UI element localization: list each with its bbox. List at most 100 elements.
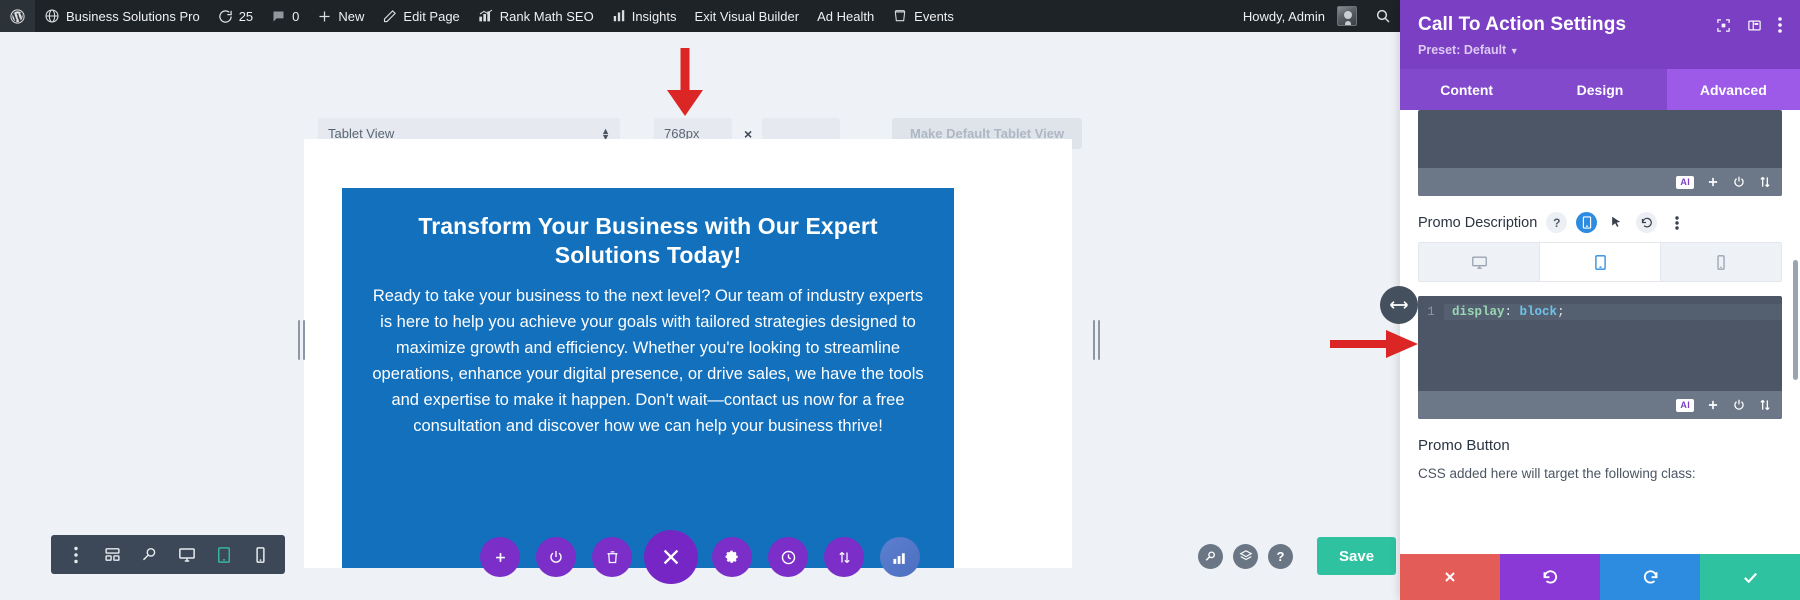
css-code-box-top[interactable]: AI [1418,110,1782,196]
adminbar-insights[interactable]: Insights [603,0,686,32]
tablet-tab[interactable] [1540,243,1661,281]
desktop-tab[interactable] [1419,243,1540,281]
tablet-view-button[interactable] [205,535,242,574]
promo-description-label: Promo Description [1418,214,1538,231]
panel-footer-actions [1400,554,1800,600]
visual-builder-viewport: Tablet View ▲▼ × Make Default Tablet Vie… [0,32,1400,600]
module-floating-toolbar [480,526,1000,600]
call-to-action-module[interactable]: Transform Your Business with Our Expert … [342,188,954,568]
redo-button[interactable] [1600,554,1700,600]
delete-module-button[interactable] [592,537,632,577]
css-code-area-top[interactable] [1418,110,1782,168]
adminbar-edit-page[interactable]: Edit Page [373,0,468,32]
wp-admin-bar: Business Solutions Pro 25 0 New Edit Pag… [0,0,1400,32]
tab-content[interactable]: Content [1400,69,1533,110]
adminbar-site-name[interactable]: Business Solutions Pro [35,0,209,32]
close-button[interactable] [644,530,698,584]
adminbar-updates[interactable]: 25 [209,0,262,32]
panel-scrollbar[interactable] [1793,260,1798,380]
adminbar-new[interactable]: New [308,0,373,32]
adminbar-events[interactable]: Events [883,0,963,32]
zoom-view-button[interactable] [131,535,168,574]
adminbar-right-group: Howdy, Admin [1234,0,1400,32]
undo-button[interactable] [1500,554,1600,600]
question-mark-icon: ? [1276,548,1285,564]
disable-module-button[interactable] [536,537,576,577]
add-icon[interactable] [1706,398,1720,412]
panel-layout-icon[interactable] [1747,18,1762,38]
wireframe-view-button[interactable] [94,535,131,574]
focus-target-icon[interactable] [1716,18,1731,38]
css-code-toolbar-main: AI [1418,391,1782,419]
panel-title: Call To Action Settings [1418,14,1627,35]
css-code-area-main[interactable]: 1 display: block; [1418,296,1782,391]
adminbar-rank-math-seo[interactable]: Rank Math SEO [469,0,603,32]
adminbar-updates-count: 25 [238,8,254,24]
css-semicolon: ; [1557,305,1565,319]
adminbar-comments[interactable]: 0 [262,0,308,32]
ai-button[interactable]: AI [1676,175,1694,189]
kebab-menu-icon[interactable] [1778,17,1782,38]
panel-body[interactable]: AI Promo Description ? 1 display: block;… [1400,110,1800,554]
add-module-button[interactable] [480,537,520,577]
viewport-size-toolbar [0,32,1400,120]
save-button[interactable]: Save [1317,537,1397,575]
reset-icon[interactable] [1636,212,1658,233]
history-button[interactable] [768,537,808,577]
add-icon[interactable] [1706,175,1720,189]
more-options-button[interactable] [57,535,94,574]
page-canvas: Transform Your Business with Our Expert … [304,139,1072,568]
canvas-resize-handle-left[interactable] [298,320,305,360]
adminbar-wordpress-logo[interactable] [0,0,35,32]
power-icon[interactable] [1732,398,1746,412]
canvas-resize-handle-right[interactable] [1093,320,1100,360]
redo-icon [1643,569,1657,583]
bar-chart-icon [892,552,905,564]
layers-button[interactable] [1233,543,1258,569]
adminbar-exit-visual-builder[interactable]: Exit Visual Builder [686,0,809,32]
cancel-button[interactable] [1400,554,1500,600]
adminbar-ad-health[interactable]: Ad Health [808,0,883,32]
css-value: block [1519,305,1558,319]
stats-button[interactable] [880,537,920,577]
adminbar-comments-count: 0 [292,8,300,24]
code-line-number: 1 [1427,305,1435,319]
power-icon[interactable] [1732,175,1746,189]
phone-view-button[interactable] [242,535,279,574]
left-right-arrows-icon [1390,301,1408,309]
adminbar-howdy-label: Howdy, Admin [1242,8,1325,24]
adminbar-my-account[interactable]: Howdy, Admin [1234,0,1366,32]
adminbar-rank-math-label: Rank Math SEO [499,8,594,24]
kebab-menu-icon[interactable] [1666,212,1687,233]
promo-button-css-note: CSS added here will target the following… [1418,466,1696,481]
adminbar-site-name-label: Business Solutions Pro [66,8,200,24]
expand-icon[interactable] [1758,398,1772,412]
expand-icon[interactable] [1758,175,1772,189]
tab-advanced[interactable]: Advanced [1666,69,1800,110]
ai-button[interactable]: AI [1676,398,1694,412]
adminbar-search-button[interactable] [1366,0,1400,32]
power-icon [550,551,562,563]
promo-button-section-title: Promo Button [1418,437,1510,454]
help-icon[interactable]: ? [1546,212,1568,233]
save-changes-button[interactable] [1700,554,1800,600]
code-line-content[interactable]: display: block; [1444,304,1782,320]
panel-preset-selector[interactable]: Preset: Default ▼ [1418,43,1782,57]
tab-design[interactable]: Design [1533,69,1666,110]
module-settings-button[interactable] [712,537,752,577]
css-property: display [1452,305,1505,319]
panel-resize-handle[interactable] [1380,286,1418,324]
css-colon: : [1504,305,1513,319]
responsive-device-icon[interactable] [1576,212,1598,233]
builder-view-toolbar [51,535,285,574]
hover-cursor-icon[interactable] [1606,212,1627,233]
phone-tab[interactable] [1661,243,1781,281]
move-button[interactable] [824,537,864,577]
search-button[interactable] [1198,543,1223,569]
help-button[interactable]: ? [1268,543,1293,569]
events-icon [892,8,908,24]
code-line-1: 1 display: block; [1418,304,1782,320]
site-icon [44,8,60,24]
desktop-view-button[interactable] [168,535,205,574]
css-code-box-main[interactable]: 1 display: block; AI [1418,296,1782,419]
